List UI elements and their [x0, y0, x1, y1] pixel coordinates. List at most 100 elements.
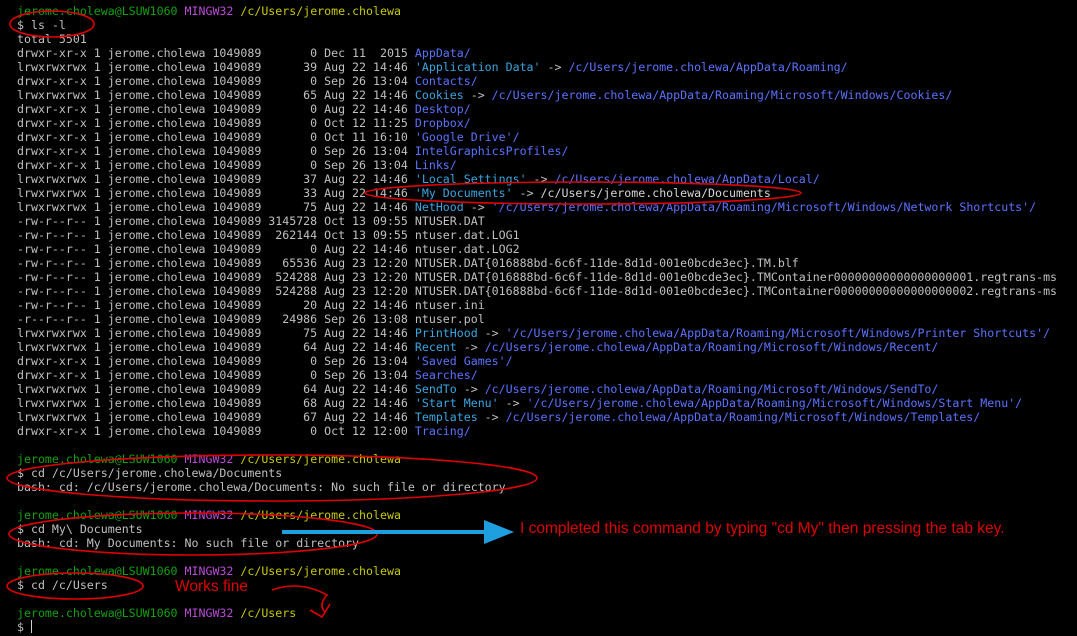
listing-row: lrwxrwxrwx 1 jerome.cholewa 1049089 75 A… — [17, 200, 1036, 214]
listing-name: 'My Documents' — [414, 186, 513, 200]
listing-meta: lrwxrwxrwx 1 jerome.cholewa 1049089 67 A… — [17, 410, 415, 424]
output-line: bash: cd: My Documents: No such file or … — [17, 536, 359, 550]
prompt-line: jerome.cholewa@LSUW1060 MINGW32 /c/Users… — [17, 452, 401, 466]
command-text: $ — [17, 620, 31, 634]
listing-link-target: /c/Users/jerome.cholewa/AppData/Roaming/… — [484, 382, 939, 396]
listing-name: ntuser.pol — [414, 312, 485, 326]
listing-name: Cookies — [414, 88, 464, 102]
command-line: $ cd My\ Documents — [17, 522, 143, 536]
listing-row: lrwxrwxrwx 1 jerome.cholewa 1049089 64 A… — [17, 382, 938, 396]
listing-meta: lrwxrwxrwx 1 jerome.cholewa 1049089 37 A… — [17, 172, 415, 186]
command-line: $ ls -l — [17, 18, 66, 32]
listing-link-target: /c/Users/jerome.cholewa/AppData/Local/ — [554, 172, 820, 186]
listing-row: drwxr-xr-x 1 jerome.cholewa 1049089 0 Oc… — [17, 130, 520, 144]
listing-name: ntuser.ini — [414, 298, 485, 312]
listing-name: Tracing/ — [414, 424, 471, 438]
output-text: bash: cd: My Documents: No such file or … — [17, 536, 360, 550]
listing-meta: drwxr-xr-x 1 jerome.cholewa 1049089 0 Oc… — [17, 424, 415, 438]
prompt-line: jerome.cholewa@LSUW1060 MINGW32 /c/Users… — [17, 4, 401, 18]
listing-name: NetHood — [414, 200, 464, 214]
listing-row: drwxr-xr-x 1 jerome.cholewa 1049089 0 Se… — [17, 144, 568, 158]
prompt-user: jerome.cholewa@LSUW1060 — [17, 508, 178, 522]
listing-name: IntelGraphicsProfiles/ — [414, 144, 569, 158]
listing-link-arrow: -> — [526, 172, 555, 186]
listing-link-arrow: -> — [477, 326, 506, 340]
output-line: bash: cd: /c/Users/jerome.cholewa/Docume… — [17, 480, 506, 494]
output-text: bash: cd: /c/Users/jerome.cholewa/Docume… — [17, 480, 506, 494]
listing-meta: -rw-r--r-- 1 jerome.cholewa 1049089 2621… — [17, 228, 415, 242]
prompt-system: MINGW32 — [184, 508, 234, 522]
command-text: $ ls -l — [17, 18, 66, 32]
listing-name: Contacts/ — [414, 74, 478, 88]
listing-row: drwxr-xr-x 1 jerome.cholewa 1049089 0 Se… — [17, 74, 478, 88]
listing-name: AppData/ — [414, 46, 471, 60]
listing-meta: drwxr-xr-x 1 jerome.cholewa 1049089 0 Se… — [17, 354, 415, 368]
listing-row: lrwxrwxrwx 1 jerome.cholewa 1049089 39 A… — [17, 60, 848, 74]
listing-meta: drwxr-xr-x 1 jerome.cholewa 1049089 0 Oc… — [17, 116, 415, 130]
listing-row: drwxr-xr-x 1 jerome.cholewa 1049089 0 Au… — [17, 102, 471, 116]
listing-meta: lrwxrwxrwx 1 jerome.cholewa 1049089 68 A… — [17, 396, 415, 410]
listing-link-arrow: -> — [498, 396, 527, 410]
listing-row: lrwxrwxrwx 1 jerome.cholewa 1049089 33 A… — [17, 186, 771, 200]
listing-name: 'Local Settings' — [414, 172, 527, 186]
annotation-tab-note: I completed this command by typing "cd M… — [520, 520, 1005, 537]
listing-row: -rw-r--r-- 1 jerome.cholewa 1049089 5242… — [17, 284, 1057, 298]
listing-meta: drwxr-xr-x 1 jerome.cholewa 1049089 0 Se… — [17, 144, 415, 158]
listing-row: lrwxrwxrwx 1 jerome.cholewa 1049089 37 A… — [17, 172, 820, 186]
listing-meta: -rw-r--r-- 1 jerome.cholewa 1049089 0 Au… — [17, 242, 415, 256]
listing-row: drwxr-xr-x 1 jerome.cholewa 1049089 0 De… — [17, 46, 471, 60]
listing-link-arrow: -> — [456, 382, 485, 396]
listing-meta: -rw-r--r-- 1 jerome.cholewa 1049089 5242… — [17, 284, 415, 298]
listing-name: Recent — [414, 340, 457, 354]
listing-row: lrwxrwxrwx 1 jerome.cholewa 1049089 67 A… — [17, 410, 980, 424]
terminal-window[interactable]: jerome.cholewa@LSUW1060 MINGW32 /c/Users… — [0, 0, 1077, 636]
listing-link-target: /c/Users/jerome.cholewa/AppData/Roaming/… — [484, 340, 939, 354]
listing-name: Searches/ — [414, 368, 478, 382]
listing-row: -rw-r--r-- 1 jerome.cholewa 1049089 3145… — [17, 214, 485, 228]
command-line: $ — [17, 620, 32, 634]
listing-meta: lrwxrwxrwx 1 jerome.cholewa 1049089 75 A… — [17, 200, 415, 214]
output-text: total 5501 — [17, 32, 87, 46]
listing-name: Dropbox/ — [414, 116, 471, 130]
listing-meta: -rw-r--r-- 1 jerome.cholewa 1049089 6553… — [17, 256, 415, 270]
listing-meta: drwxr-xr-x 1 jerome.cholewa 1049089 0 Se… — [17, 74, 415, 88]
listing-link-target: /c/Users/jerome.cholewa/AppData/Roaming/… — [505, 410, 981, 424]
prompt-path: /c/Users/jerome.cholewa — [240, 564, 401, 578]
listing-name: 'Saved Games'/ — [414, 354, 513, 368]
listing-row: -rw-r--r-- 1 jerome.cholewa 1049089 0 Au… — [17, 242, 520, 256]
prompt-path: /c/Users/jerome.cholewa — [240, 4, 401, 18]
command-text: $ cd /c/Users/jerome.cholewa/Documents — [17, 466, 283, 480]
listing-link-arrow: -> — [512, 186, 541, 200]
listing-name: SendTo — [414, 382, 457, 396]
listing-link-arrow: -> — [463, 88, 492, 102]
listing-name: 'Start Menu' — [414, 396, 499, 410]
listing-link-target: /c/Users/jerome.cholewa/AppData/Roaming/ — [568, 60, 848, 74]
command-line: $ cd /c/Users — [17, 578, 108, 592]
listing-link-target: '/c/Users/jerome.cholewa/AppData/Roaming… — [491, 200, 1037, 214]
listing-meta: -rw-r--r-- 1 jerome.cholewa 1049089 5242… — [17, 270, 415, 284]
listing-link-target: '/c/Users/jerome.cholewa/AppData/Roaming… — [526, 396, 1023, 410]
listing-meta: drwxr-xr-x 1 jerome.cholewa 1049089 0 Au… — [17, 102, 415, 116]
prompt-path: /c/Users — [240, 606, 297, 620]
annotation-works-fine: Works fine — [175, 578, 248, 595]
listing-meta: lrwxrwxrwx 1 jerome.cholewa 1049089 75 A… — [17, 326, 415, 340]
output-line: total 5501 — [17, 32, 87, 46]
listing-name: ntuser.dat.LOG1 — [414, 228, 520, 242]
prompt-path: /c/Users/jerome.cholewa — [240, 452, 401, 466]
listing-name: Templates — [414, 410, 478, 424]
listing-link-arrow: -> — [477, 410, 506, 424]
command-text: $ cd /c/Users — [17, 578, 108, 592]
listing-link-arrow: -> — [456, 340, 485, 354]
prompt-user: jerome.cholewa@LSUW1060 — [17, 452, 178, 466]
listing-name: NTUSER.DAT{016888bd-6c6f-11de-8d1d-001e0… — [414, 256, 799, 270]
listing-meta: -rw-r--r-- 1 jerome.cholewa 1049089 20 A… — [17, 298, 415, 312]
listing-name: ntuser.dat.LOG2 — [414, 242, 520, 256]
listing-meta: lrwxrwxrwx 1 jerome.cholewa 1049089 64 A… — [17, 382, 415, 396]
listing-row: lrwxrwxrwx 1 jerome.cholewa 1049089 65 A… — [17, 88, 952, 102]
listing-name: PrintHood — [414, 326, 478, 340]
prompt-system: MINGW32 — [184, 4, 234, 18]
listing-meta: lrwxrwxrwx 1 jerome.cholewa 1049089 65 A… — [17, 88, 415, 102]
listing-name: NTUSER.DAT{016888bd-6c6f-11de-8d1d-001e0… — [414, 284, 1058, 298]
listing-row: -rw-r--r-- 1 jerome.cholewa 1049089 2621… — [17, 228, 520, 242]
prompt-line: jerome.cholewa@LSUW1060 MINGW32 /c/Users… — [17, 564, 401, 578]
